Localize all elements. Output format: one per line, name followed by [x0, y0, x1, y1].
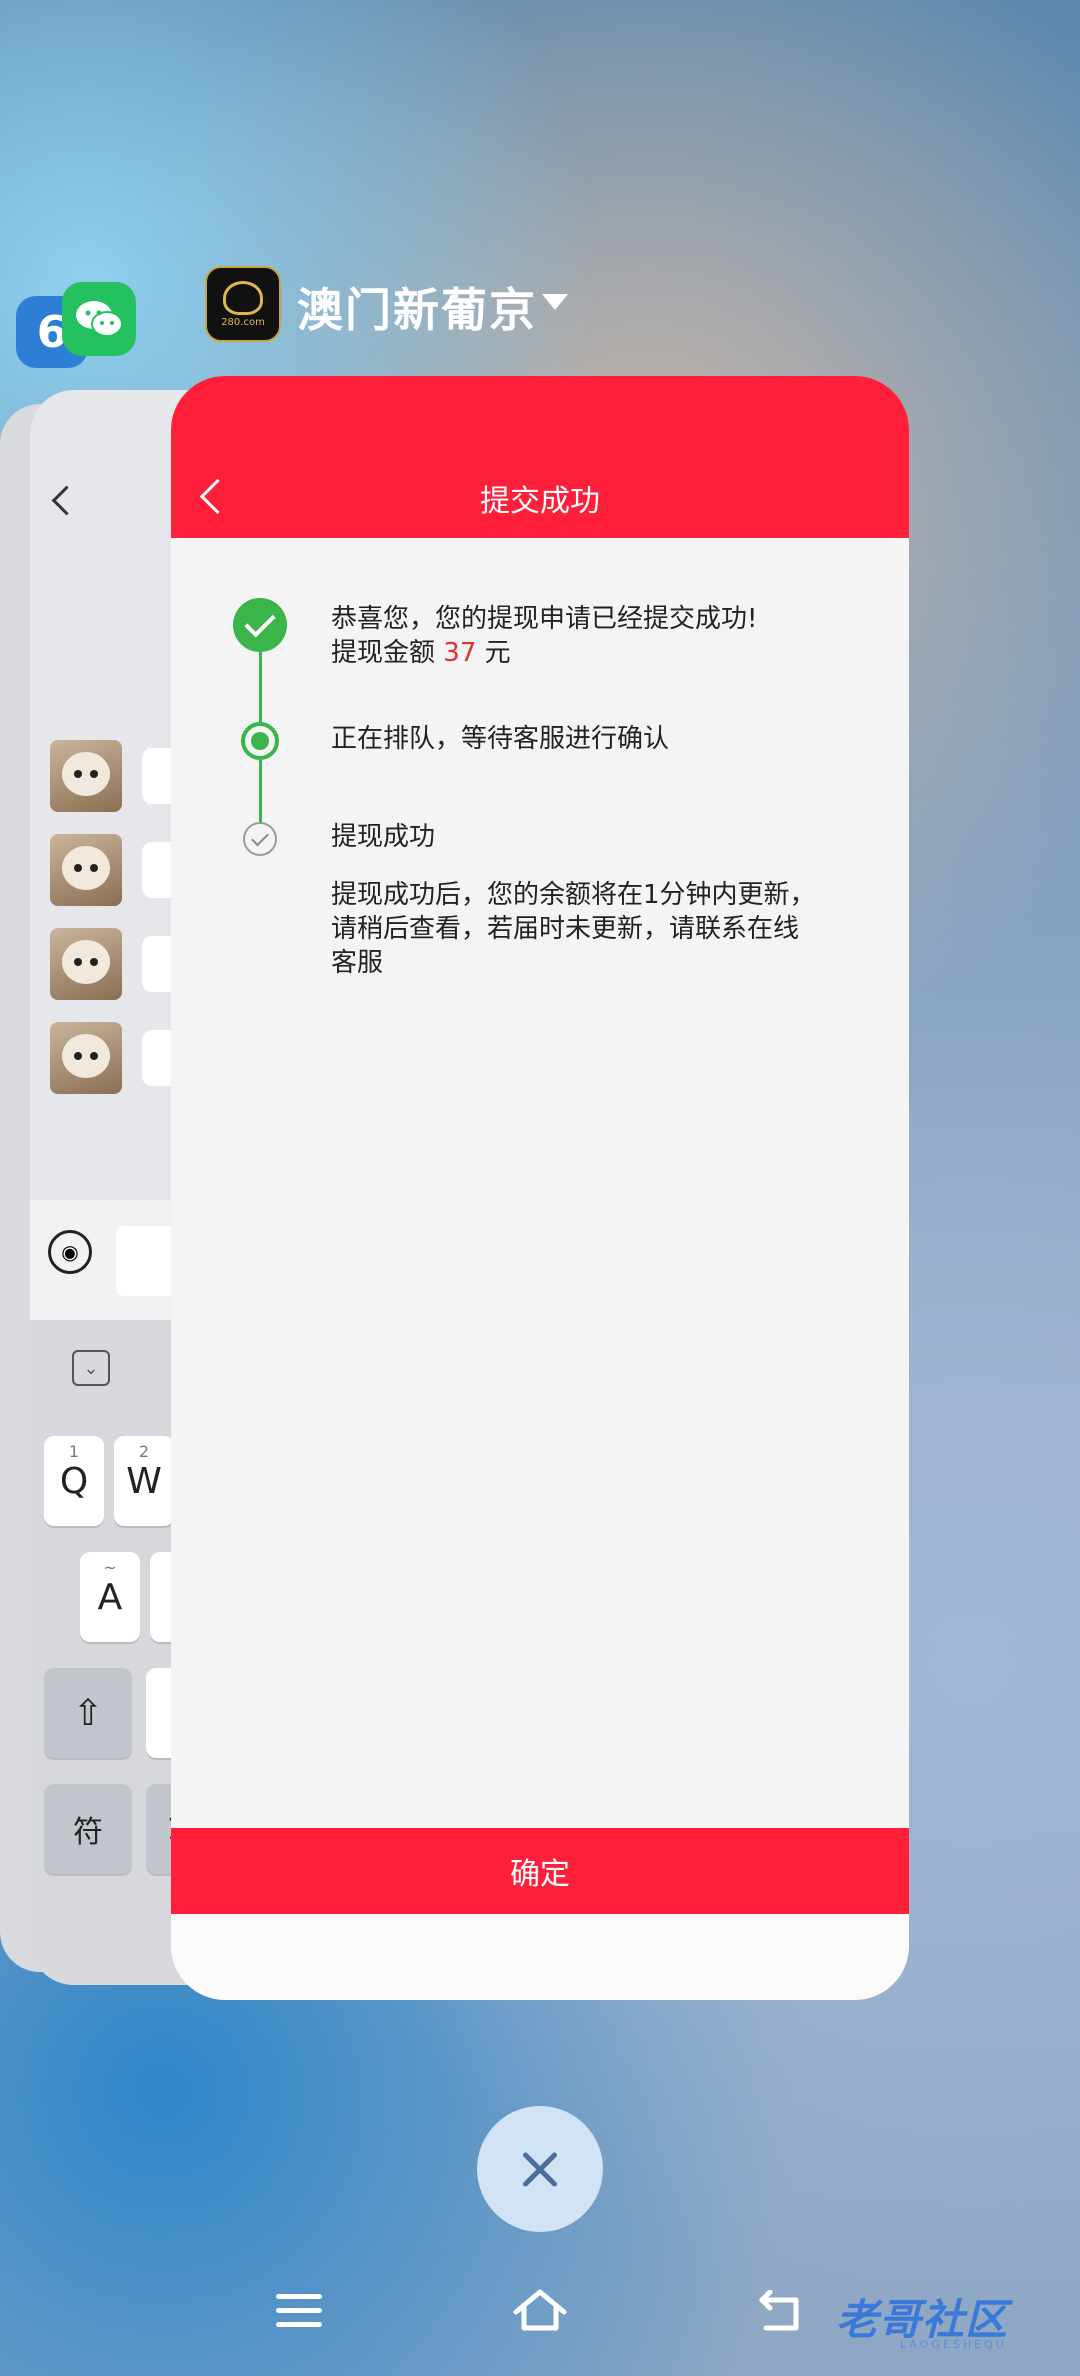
- recent-card-main[interactable]: 提交成功 恭喜您，您的提现申请已经提交成功! 提现金额 37 元 正在排队，等待…: [171, 376, 909, 2000]
- step1-message: 恭喜您，您的提现申请已经提交成功!: [331, 604, 758, 634]
- caret-down-icon[interactable]: [542, 294, 568, 310]
- amount-label: 提现金额: [331, 638, 436, 668]
- key-a[interactable]: ~ A: [80, 1552, 140, 1642]
- back-chevron-icon[interactable]: [51, 485, 82, 516]
- step-connector: [259, 760, 262, 830]
- amount-unit: 元: [484, 638, 511, 668]
- recent-app-title[interactable]: 澳门新葡京: [297, 274, 537, 340]
- step-pending-check-icon: [243, 822, 277, 856]
- step-active-icon: [241, 722, 279, 760]
- collapse-keyboard-icon[interactable]: ⌄: [72, 1350, 110, 1386]
- top-bar: 提交成功: [171, 376, 909, 538]
- wechat-app-icon[interactable]: [62, 282, 136, 356]
- voice-input-icon[interactable]: ◉: [48, 1230, 92, 1274]
- clear-recents-button[interactable]: [477, 2106, 603, 2232]
- nav-menu-icon[interactable]: [276, 2294, 322, 2336]
- confirm-button[interactable]: 确定: [171, 1828, 909, 1914]
- wechat-bubbles-icon: [76, 301, 123, 337]
- nav-home-icon[interactable]: [512, 2286, 568, 2334]
- watermark-sub: LAOGESHEQU: [900, 2338, 1007, 2351]
- page-title: 提交成功: [480, 484, 600, 519]
- step1-text: 恭喜您，您的提现申请已经提交成功! 提现金额 37 元: [331, 602, 757, 670]
- step1-amount-row: 提现金额 37 元: [331, 636, 757, 670]
- app-icon[interactable]: 280.com: [205, 266, 281, 342]
- avatar[interactable]: [50, 834, 122, 906]
- symbol-key[interactable]: 符: [44, 1784, 132, 1874]
- avatar[interactable]: [50, 928, 122, 1000]
- avatar[interactable]: [50, 1022, 122, 1094]
- step2-text: 正在排队，等待客服进行确认: [331, 724, 670, 754]
- shift-key[interactable]: ⇧: [44, 1668, 132, 1758]
- step-done-check-icon: [233, 598, 287, 652]
- nav-back-icon[interactable]: [756, 2290, 806, 2334]
- logo-emblem-icon: [223, 280, 263, 315]
- step3-desc-line: 提现成功后，您的余额将在1分钟内更新，: [331, 880, 816, 910]
- app-icon-caption: 280.com: [221, 316, 265, 328]
- avatar[interactable]: [50, 740, 122, 812]
- key-q[interactable]: 1Q: [44, 1436, 104, 1526]
- step3-title: 提现成功: [331, 822, 436, 852]
- key-w[interactable]: 2W: [114, 1436, 174, 1526]
- shift-icon: ⇧: [72, 1692, 104, 1734]
- step3-desc-line: 请稍后查看，若届时未更新，请联系在线: [331, 914, 800, 944]
- page-body: 恭喜您，您的提现申请已经提交成功! 提现金额 37 元 正在排队，等待客服进行确…: [171, 538, 909, 1828]
- amount-value: 37: [443, 638, 477, 668]
- step3-desc-line: 客服: [331, 948, 384, 978]
- step3-description: 提现成功后，您的余额将在1分钟内更新， 请稍后查看，若届时未更新，请联系在线 客…: [331, 878, 816, 980]
